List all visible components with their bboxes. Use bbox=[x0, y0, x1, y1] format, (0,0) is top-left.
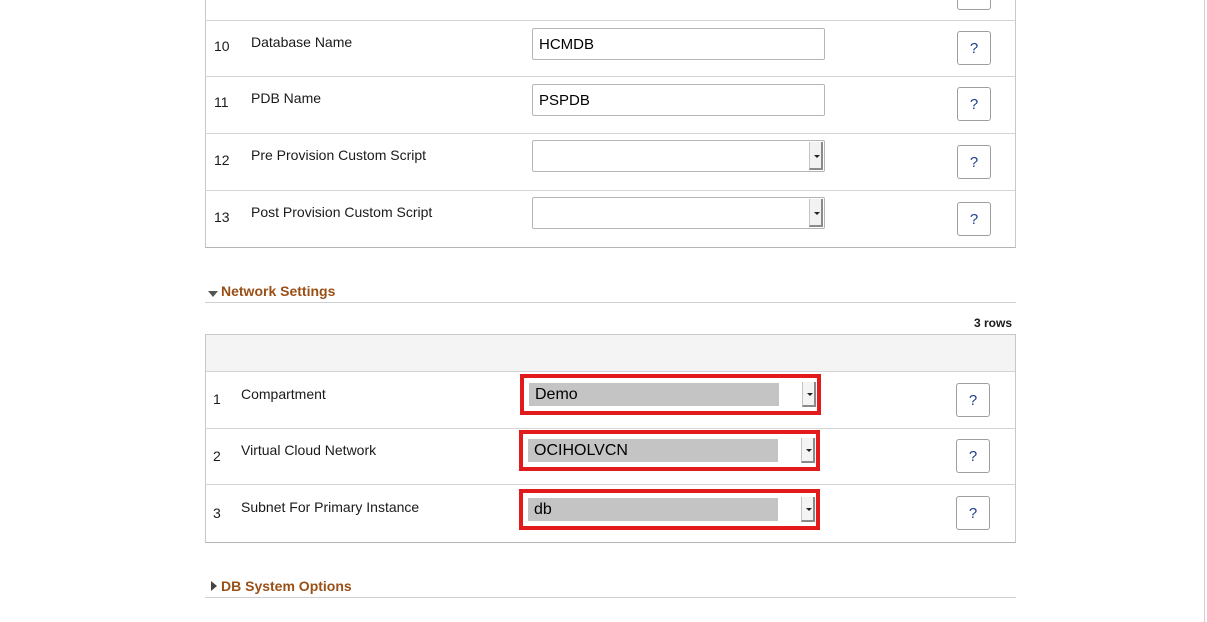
help-button-post-provision-script[interactable]: ? bbox=[957, 202, 991, 236]
field-label-pre-provision-script: Pre Provision Custom Script bbox=[251, 147, 427, 163]
table-row: 11 PDB Name PSPDB ? bbox=[206, 77, 1015, 134]
help-button-compartment[interactable]: ? bbox=[956, 383, 990, 417]
field-label-post-provision-script: Post Provision Custom Script bbox=[251, 204, 433, 220]
network-settings-grid: 1 Compartment Demo ? 2 Virtual Cloud Net… bbox=[205, 334, 1016, 543]
pdb-name-input[interactable]: PSPDB bbox=[532, 84, 825, 116]
virtual-cloud-network-value: OCIHOLVCN bbox=[534, 442, 628, 459]
database-name-input[interactable]: HCMDB bbox=[532, 28, 825, 60]
database-name-value: HCMDB bbox=[539, 35, 594, 53]
field-label-pdb-name: PDB Name bbox=[251, 90, 322, 106]
compartment-select[interactable]: Demo bbox=[529, 383, 779, 406]
field-label-virtual-cloud-network: Virtual Cloud Network bbox=[241, 442, 377, 458]
row-number: 2 bbox=[213, 448, 221, 464]
pre-provision-script-select[interactable] bbox=[532, 140, 825, 172]
table-row: 10 Database Name HCMDB ? bbox=[206, 21, 1015, 77]
pdb-name-value: PSPDB bbox=[539, 91, 590, 109]
network-settings-title[interactable]: Network Settings bbox=[221, 283, 335, 299]
field-label-database-name: Database Name bbox=[251, 34, 353, 50]
db-system-options-title[interactable]: DB System Options bbox=[221, 578, 352, 594]
table-row: 13 Post Provision Custom Script ? bbox=[206, 191, 1015, 248]
subnet-primary-instance-select[interactable]: db bbox=[528, 498, 778, 521]
row-count: 3 rows bbox=[974, 316, 1013, 330]
right-edge-divider bbox=[1204, 0, 1205, 622]
dropdown-arrow-icon[interactable] bbox=[809, 199, 823, 227]
help-button-database-name[interactable]: ? bbox=[957, 31, 991, 65]
row-number: 11 bbox=[214, 94, 229, 110]
row-number: 13 bbox=[214, 209, 230, 225]
highlight-virtual-cloud-network: OCIHOLVCN bbox=[519, 430, 820, 471]
row-number: 10 bbox=[214, 38, 230, 54]
row-number: 3 bbox=[213, 505, 221, 521]
subnet-primary-instance-value: db bbox=[534, 501, 552, 518]
table-row: 3 Subnet For Primary Instance db ? bbox=[206, 485, 1015, 542]
help-button-pre-provision-script[interactable]: ? bbox=[957, 145, 991, 179]
triangle-right-icon[interactable] bbox=[211, 581, 217, 591]
database-settings-grid: 10 Database Name HCMDB ? 11 PDB Name PSP… bbox=[205, 0, 1016, 248]
help-button[interactable] bbox=[957, 0, 991, 10]
post-provision-script-select[interactable] bbox=[532, 197, 825, 229]
table-row: 1 Compartment Demo ? bbox=[206, 372, 1015, 429]
help-button-pdb-name[interactable]: ? bbox=[957, 87, 991, 121]
highlight-subnet-primary-instance: db bbox=[519, 489, 820, 530]
dropdown-arrow-icon[interactable] bbox=[809, 142, 823, 170]
network-settings-header[interactable]: Network Settings bbox=[205, 283, 1016, 303]
db-system-options-header[interactable]: DB System Options bbox=[205, 578, 1016, 598]
dropdown-arrow-icon[interactable] bbox=[802, 382, 816, 407]
table-row: 12 Pre Provision Custom Script ? bbox=[206, 134, 1015, 191]
grid-header bbox=[206, 335, 1015, 372]
dropdown-arrow-icon[interactable] bbox=[801, 438, 815, 463]
compartment-value: Demo bbox=[535, 386, 578, 403]
field-label-subnet-primary-instance: Subnet For Primary Instance bbox=[241, 499, 420, 515]
row-number: 1 bbox=[213, 391, 221, 407]
row-number: 12 bbox=[214, 152, 230, 168]
dropdown-arrow-icon[interactable] bbox=[801, 497, 815, 522]
help-button-virtual-cloud-network[interactable]: ? bbox=[956, 439, 990, 473]
virtual-cloud-network-select[interactable]: OCIHOLVCN bbox=[528, 439, 778, 462]
table-row bbox=[206, 0, 1015, 21]
help-button-subnet-primary-instance[interactable]: ? bbox=[956, 496, 990, 530]
highlight-compartment: Demo bbox=[520, 374, 821, 415]
field-label-compartment: Compartment bbox=[241, 386, 326, 402]
table-row: 2 Virtual Cloud Network OCIHOLVCN ? bbox=[206, 429, 1015, 485]
triangle-down-icon[interactable] bbox=[208, 291, 218, 297]
